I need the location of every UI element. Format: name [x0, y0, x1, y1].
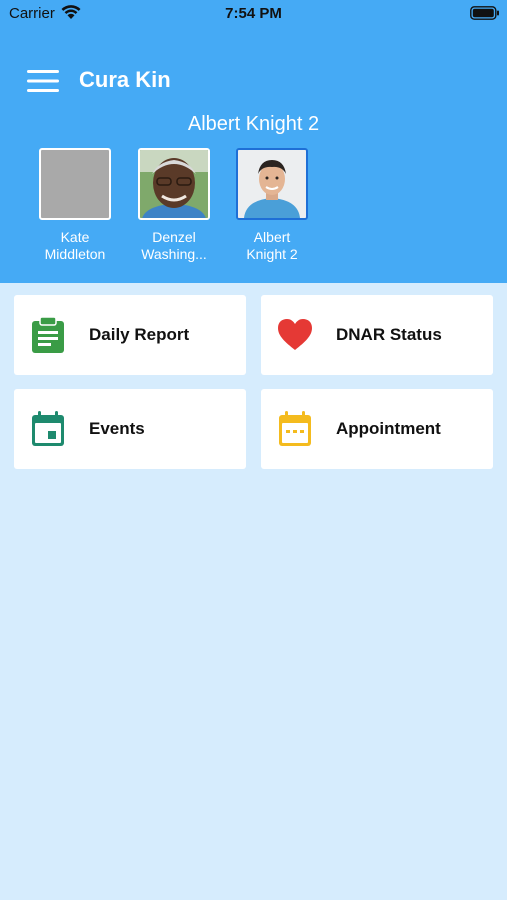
profile-denzel-washington[interactable]: Denzel Washing... — [125, 148, 223, 263]
appointment-tile[interactable]: Appointment — [261, 389, 493, 469]
dnar-status-tile[interactable]: DNAR Status — [261, 295, 493, 375]
tile-label: Appointment — [336, 419, 441, 438]
man-photo — [238, 150, 306, 218]
daily-report-tile[interactable]: Daily Report — [14, 295, 246, 375]
status-bar: Carrier 7:54 PM — [0, 0, 507, 28]
profile-name: Albert Knight 2 — [246, 229, 298, 262]
app-header: Carrier 7:54 PM Cura Kin Albert Knight 2… — [0, 0, 507, 283]
clipboard-icon — [32, 316, 64, 353]
profile-name: Kate Middleton — [44, 229, 106, 262]
elderly-person-photo — [140, 150, 208, 218]
avatar-placeholder — [39, 148, 111, 220]
heart-icon — [278, 319, 312, 350]
profile-albert-knight-2[interactable]: Albert Knight 2 — [223, 148, 321, 263]
avatar — [138, 148, 210, 220]
avatar-selected — [236, 148, 308, 220]
hamburger-menu-icon[interactable] — [26, 69, 60, 93]
tile-label: Daily Report — [89, 325, 190, 344]
events-tile[interactable]: Events — [14, 389, 246, 469]
profile-kate-middleton[interactable]: Kate Middleton — [26, 148, 124, 263]
app-title: Cura Kin — [79, 67, 171, 92]
clock: 7:54 PM — [225, 5, 282, 22]
tile-label: DNAR Status — [336, 325, 442, 344]
calendar-dots-icon — [279, 411, 311, 446]
tile-label: Events — [89, 419, 145, 438]
calendar-icon — [32, 411, 64, 446]
selected-profile-name: Albert Knight 2 — [187, 113, 320, 135]
profile-name: Denzel Washing... — [141, 229, 207, 262]
battery-icon — [470, 6, 499, 20]
